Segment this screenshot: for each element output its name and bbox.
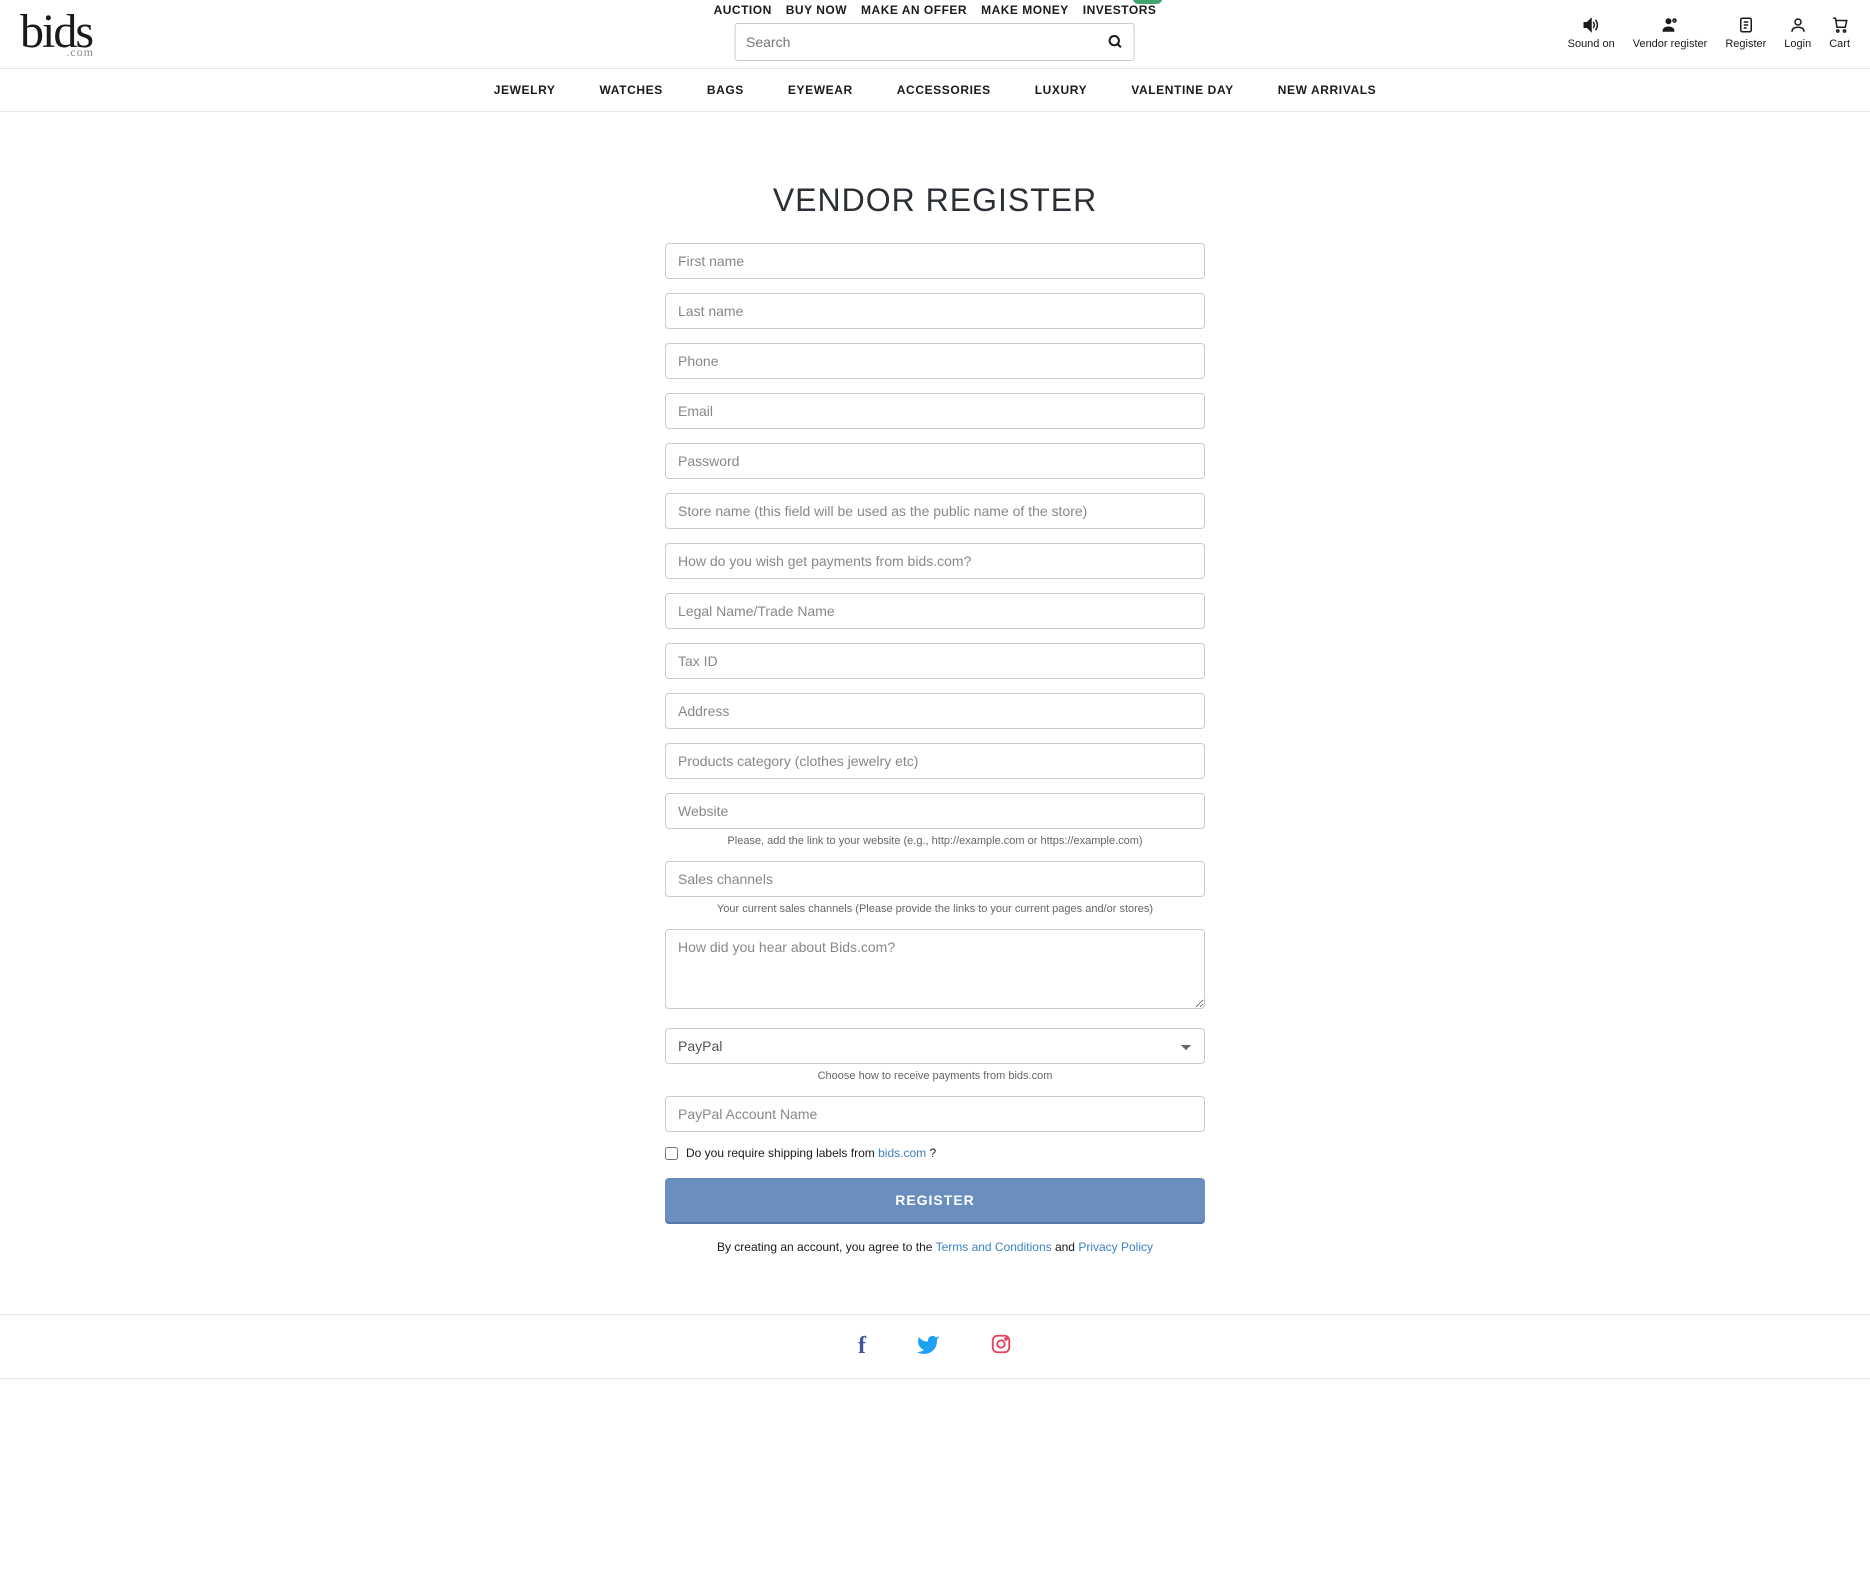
nav-accessories[interactable]: ACCESSORIES [897, 83, 991, 97]
nav-eyewear[interactable]: EYEWEAR [788, 83, 853, 97]
cart-link[interactable]: Cart [1829, 15, 1850, 50]
shipping-labels-pre: Do you require shipping labels from [686, 1146, 878, 1160]
how-hear-field[interactable] [665, 929, 1205, 1009]
sound-icon [1581, 15, 1601, 35]
payments-field[interactable] [665, 543, 1205, 579]
vendor-register-label: Vendor register [1633, 38, 1708, 50]
register-link[interactable]: Register [1725, 15, 1766, 50]
tax-id-field[interactable] [665, 643, 1205, 679]
nav-investors[interactable]: INVESTORS NEW [1083, 3, 1157, 17]
main-content: VENDOR REGISTER Please, add the link to … [655, 182, 1215, 1254]
address-field[interactable] [665, 693, 1205, 729]
paypal-account-field[interactable] [665, 1096, 1205, 1132]
main-nav: JEWELRY WATCHES BAGS EYEWEAR ACCESSORIES… [0, 68, 1870, 112]
logo[interactable]: bids .com [20, 8, 92, 56]
svg-text:+: + [1673, 19, 1675, 23]
sound-toggle[interactable]: Sound on [1568, 15, 1615, 50]
website-help: Please, add the link to your website (e.… [665, 835, 1205, 847]
vendor-register-icon: + [1661, 15, 1679, 35]
register-button[interactable]: REGISTER [665, 1178, 1205, 1222]
login-label: Login [1784, 38, 1811, 50]
store-name-field[interactable] [665, 493, 1205, 529]
terms-pre: By creating an account, you agree to the [717, 1240, 936, 1254]
nav-auction[interactable]: AUCTION [714, 3, 772, 17]
nav-investors-label: INVESTORS [1083, 3, 1157, 17]
footer: f [0, 1314, 1870, 1379]
top-links: AUCTION BUY NOW MAKE AN OFFER MAKE MONEY… [714, 3, 1157, 17]
search-wrap [735, 23, 1135, 61]
shipping-labels-link[interactable]: bids.com [878, 1146, 926, 1160]
shipping-labels-post: ? [926, 1146, 936, 1160]
legal-name-field[interactable] [665, 593, 1205, 629]
nav-watches[interactable]: WATCHES [600, 83, 663, 97]
first-name-field[interactable] [665, 243, 1205, 279]
search-button[interactable] [1108, 34, 1124, 50]
login-link[interactable]: Login [1784, 15, 1811, 50]
top-right: Sound on + Vendor register Register Logi… [1568, 15, 1850, 50]
top-center: AUCTION BUY NOW MAKE AN OFFER MAKE MONEY… [714, 3, 1157, 61]
phone-field[interactable] [665, 343, 1205, 379]
twitter-icon[interactable] [916, 1333, 940, 1360]
privacy-link[interactable]: Privacy Policy [1078, 1240, 1153, 1254]
nav-luxury[interactable]: LUXURY [1035, 83, 1088, 97]
register-label: Register [1725, 38, 1766, 50]
products-category-field[interactable] [665, 743, 1205, 779]
search-icon [1108, 34, 1124, 50]
nav-buy-now[interactable]: BUY NOW [786, 3, 847, 17]
shipping-labels-label: Do you require shipping labels from bids… [686, 1146, 936, 1160]
search-input[interactable] [746, 34, 1108, 50]
register-icon [1737, 15, 1755, 35]
user-icon [1789, 15, 1807, 35]
last-name-field[interactable] [665, 293, 1205, 329]
email-field[interactable] [665, 393, 1205, 429]
terms-link[interactable]: Terms and Conditions [936, 1240, 1052, 1254]
terms-text: By creating an account, you agree to the… [665, 1240, 1205, 1254]
website-field[interactable] [665, 793, 1205, 829]
header: bids .com AUCTION BUY NOW MAKE AN OFFER … [0, 0, 1870, 56]
nav-bags[interactable]: BAGS [707, 83, 744, 97]
payment-method-help: Choose how to receive payments from bids… [665, 1070, 1205, 1082]
cart-icon [1830, 15, 1850, 35]
shipping-labels-checkbox[interactable] [665, 1147, 678, 1160]
instagram-icon[interactable] [990, 1333, 1012, 1360]
sales-channels-help: Your current sales channels (Please prov… [665, 903, 1205, 915]
terms-mid: and [1052, 1240, 1079, 1254]
badge-new: NEW [1132, 0, 1162, 4]
nav-make-offer[interactable]: MAKE AN OFFER [861, 3, 967, 17]
payment-method-select[interactable]: PayPal [665, 1028, 1205, 1064]
nav-new-arrivals[interactable]: NEW ARRIVALS [1278, 83, 1377, 97]
vendor-register-link[interactable]: + Vendor register [1633, 15, 1708, 50]
shipping-labels-row: Do you require shipping labels from bids… [665, 1146, 1205, 1160]
cart-label: Cart [1829, 38, 1850, 50]
page-title: VENDOR REGISTER [665, 182, 1205, 219]
sound-label: Sound on [1568, 38, 1615, 50]
nav-valentine[interactable]: VALENTINE DAY [1131, 83, 1233, 97]
nav-make-money[interactable]: MAKE MONEY [981, 3, 1069, 17]
facebook-icon[interactable]: f [858, 1333, 866, 1360]
sales-channels-field[interactable] [665, 861, 1205, 897]
logo-subtext: .com [66, 46, 94, 58]
nav-jewelry[interactable]: JEWELRY [494, 83, 556, 97]
password-field[interactable] [665, 443, 1205, 479]
